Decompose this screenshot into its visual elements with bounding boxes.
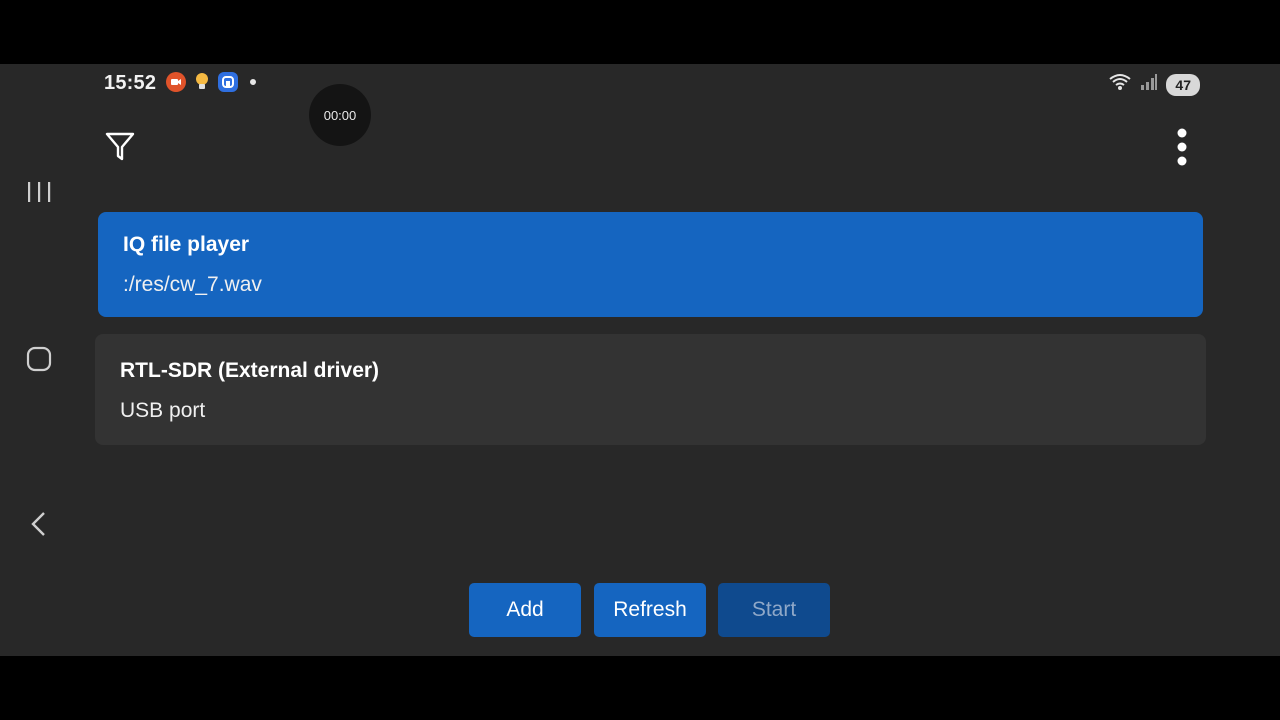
device-name: IQ file player (123, 233, 250, 256)
device-item-rtl-sdr[interactable]: RTL-SDR (External driver) USB port (95, 334, 1206, 445)
device-detail: :/res/cw_7.wav (123, 273, 262, 296)
battery-indicator: 47 (1166, 73, 1200, 96)
home-icon[interactable] (26, 346, 52, 372)
more-vert-icon[interactable] (1170, 126, 1194, 168)
start-button[interactable]: Start (718, 583, 830, 637)
screen-recorder-icon (166, 72, 186, 92)
cell-signal-icon (1140, 73, 1158, 96)
wifi-icon (1108, 72, 1132, 97)
status-time: 15:52 (104, 72, 157, 94)
device-detail: USB port (120, 399, 206, 422)
recents-icon[interactable] (26, 178, 52, 206)
lightbulb-icon (192, 72, 212, 92)
app-screen: 15:52 00:00 47 IQ file player:/res/cw_7… (0, 64, 1280, 656)
refresh-button[interactable]: Refresh (594, 583, 706, 637)
device-name: RTL-SDR (External driver) (120, 359, 380, 382)
status-indicators: 47 (1108, 72, 1200, 97)
recording-timer[interactable]: 00:00 (309, 84, 371, 146)
back-icon[interactable] (28, 510, 50, 538)
device-item-iq-file-player[interactable]: IQ file player :/res/cw_7.wav (98, 212, 1203, 317)
add-button[interactable]: Add (469, 583, 581, 637)
app-notification-icon (218, 72, 238, 92)
more-notifications-dot (250, 79, 256, 85)
filter-icon[interactable] (104, 130, 136, 164)
notification-icons (166, 72, 256, 92)
